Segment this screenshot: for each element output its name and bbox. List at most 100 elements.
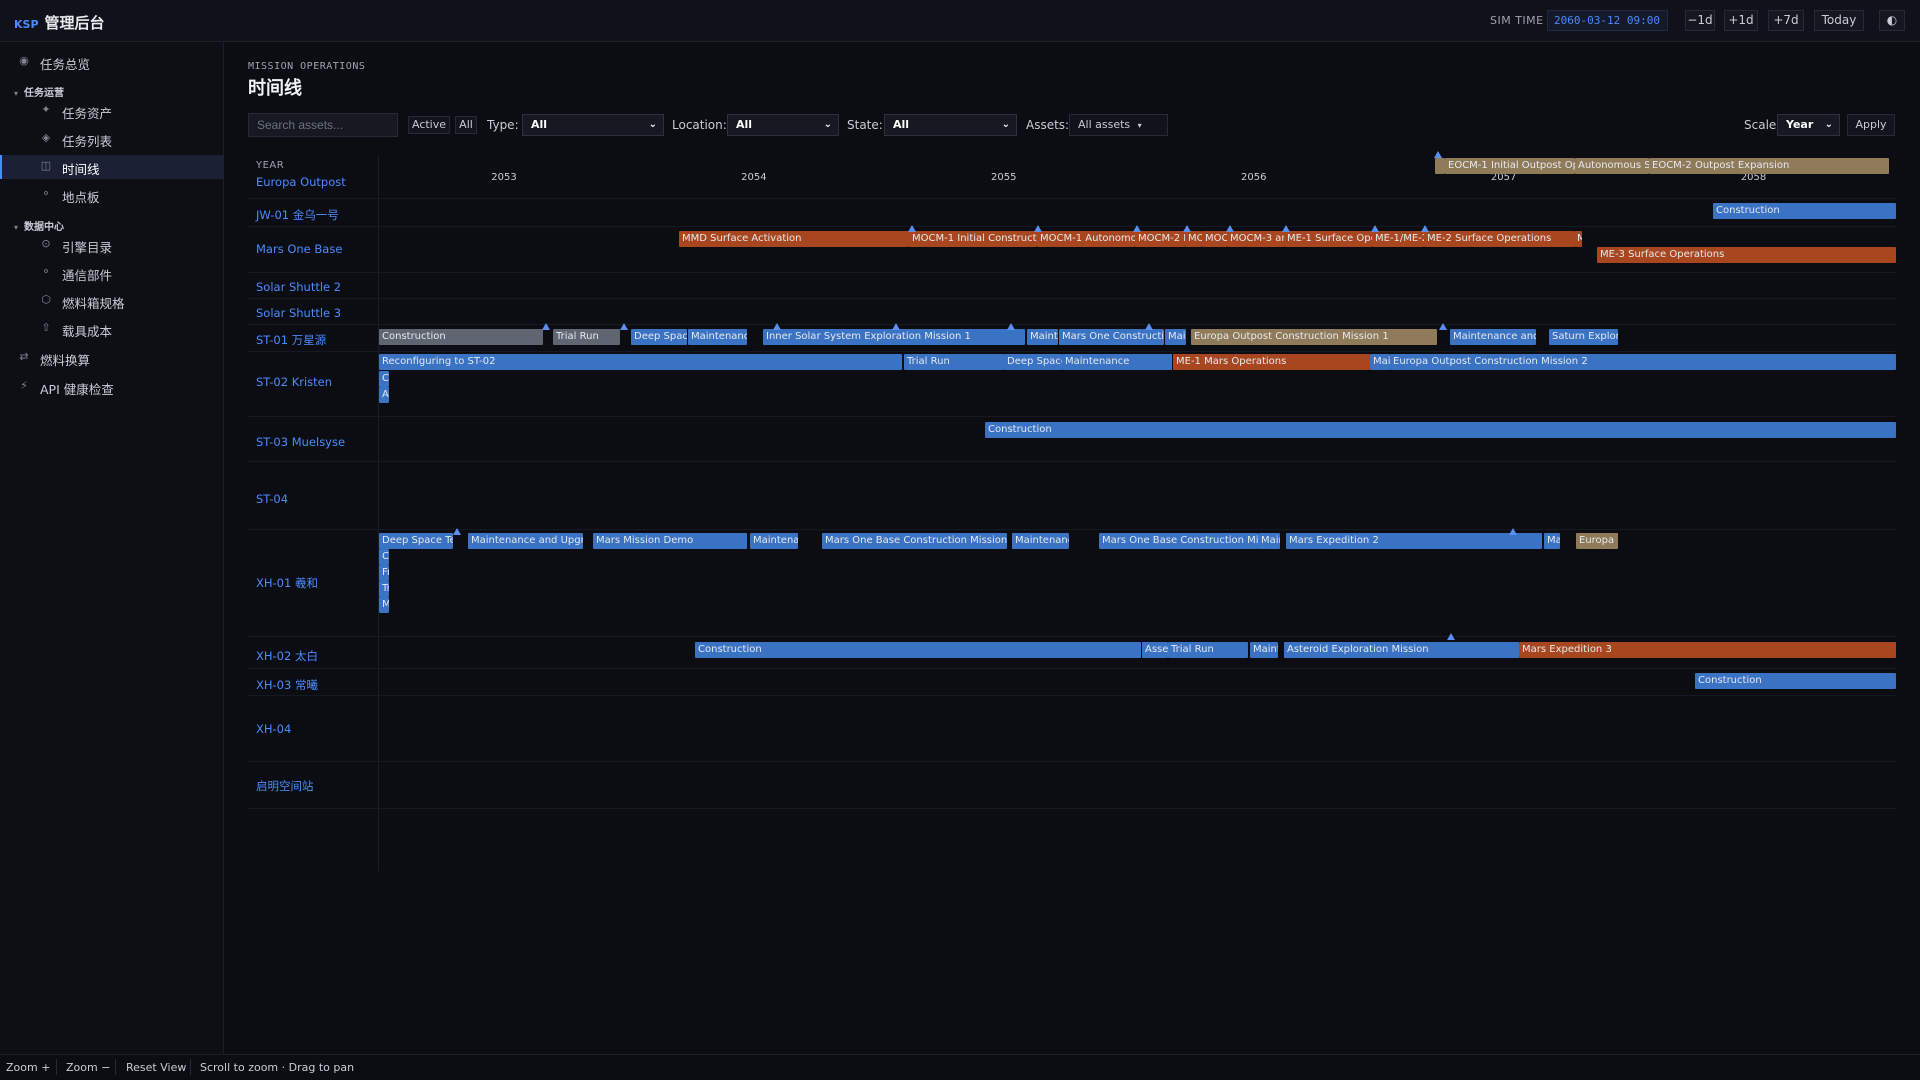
- milestone-marker-icon[interactable]: [1282, 225, 1290, 232]
- mission-bar[interactable]: Reconfiguring to ST-02: [379, 354, 902, 370]
- mission-bar[interactable]: MOCM-1 Autonomous Con: [1037, 231, 1135, 247]
- sidebar-item-vehicle-cost[interactable]: ⇧ 载具成本: [0, 317, 224, 341]
- mission-bar[interactable]: MOCN: [1202, 231, 1227, 247]
- mission-bar[interactable]: Deep Space Test Mis: [379, 533, 453, 549]
- mission-bar[interactable]: Europa Exp: [1576, 533, 1618, 549]
- mission-bar[interactable]: Co: [379, 371, 389, 387]
- sidebar-item-overview[interactable]: ◉ 任务总览: [0, 50, 224, 74]
- mission-bar[interactable]: ME-1/ME-2 Cr: [1372, 231, 1424, 247]
- asset-row-label[interactable]: ST-02 Kristen: [256, 375, 332, 389]
- milestone-marker-icon[interactable]: [1509, 528, 1517, 535]
- mission-bar[interactable]: Mars One Base Construction Mission 1: [822, 533, 1007, 549]
- mission-bar[interactable]: Mair: [1544, 533, 1560, 549]
- mission-bar[interactable]: MOCM-2 Bas: [1135, 231, 1185, 247]
- mission-bar[interactable]: Maintenance: [750, 533, 798, 549]
- minus-1d-button[interactable]: −1d: [1685, 10, 1715, 31]
- milestone-marker-icon[interactable]: [1421, 225, 1429, 232]
- sidebar-group-data[interactable]: ▾ 数据中心: [14, 218, 64, 233]
- mission-bar[interactable]: Saturn Exploration: [1549, 329, 1618, 345]
- location-select[interactable]: All ⌄: [727, 114, 839, 136]
- milestone-marker-icon[interactable]: [1226, 225, 1234, 232]
- milestone-marker-icon[interactable]: [1007, 323, 1015, 330]
- mission-bar[interactable]: ME-2 Surface Operations: [1424, 231, 1574, 247]
- mission-bar[interactable]: Mars Expedition 3: [1519, 642, 1896, 658]
- mission-bar[interactable]: MOCM-3 and M: [1227, 231, 1284, 247]
- mission-bar[interactable]: Inner Solar System Exploration Mission 1: [763, 329, 1025, 345]
- asset-row-label[interactable]: XH-01 羲和: [256, 575, 318, 591]
- milestone-marker-icon[interactable]: [1371, 225, 1379, 232]
- mission-bar[interactable]: ME-1 Surface Operation: [1284, 231, 1372, 247]
- filter-chip-all[interactable]: All: [455, 116, 477, 134]
- milestone-marker-icon[interactable]: [773, 323, 781, 330]
- asset-row-label[interactable]: JW-01 金乌一号: [256, 207, 339, 223]
- mission-bar[interactable]: ME-3 Surface Operations: [1597, 247, 1896, 263]
- sidebar-item-assets[interactable]: ✦ 任务资产: [0, 99, 224, 123]
- mission-bar[interactable]: Maintenance ar: [1012, 533, 1069, 549]
- mission-bar[interactable]: Construction: [985, 422, 1896, 438]
- mission-bar[interactable]: Mars One Construction Missi: [1059, 329, 1164, 345]
- mission-bar[interactable]: Mainte: [1250, 642, 1278, 658]
- asset-row-label[interactable]: ST-01 万星源: [256, 332, 326, 348]
- mission-bar[interactable]: Tr: [379, 581, 389, 597]
- mission-bar[interactable]: EOCM-2 Outpost Expansion: [1649, 158, 1889, 174]
- milestone-marker-icon[interactable]: [892, 323, 900, 330]
- mission-bar[interactable]: Construction: [1713, 203, 1896, 219]
- mission-bar[interactable]: Europa Outpost Construction Mission 2: [1390, 354, 1896, 370]
- milestone-marker-icon[interactable]: [1145, 323, 1153, 330]
- filter-chip-active[interactable]: Active: [408, 116, 450, 134]
- mission-bar[interactable]: Autonomous Standb: [1575, 158, 1649, 174]
- sidebar-item-engines[interactable]: ⊙ 引擎目录: [0, 233, 224, 257]
- plus-7d-button[interactable]: +7d: [1768, 10, 1804, 31]
- mission-bar[interactable]: Construction: [695, 642, 1141, 658]
- sim-time-value[interactable]: 2060-03-12 09:00: [1547, 10, 1668, 31]
- mission-bar[interactable]: Construction: [1695, 673, 1896, 689]
- mission-bar[interactable]: Mars One Base Construction Mission 3: [1099, 533, 1258, 549]
- zoom-out-button[interactable]: Zoom −: [66, 1061, 110, 1074]
- asset-row-label[interactable]: Europa Outpost: [256, 175, 346, 189]
- mission-bar[interactable]: Maintenance: [1062, 354, 1172, 370]
- asset-row-label[interactable]: XH-02 太白: [256, 648, 318, 664]
- sidebar-item-timeline[interactable]: ◫ 时间线: [0, 155, 224, 179]
- asset-row-label[interactable]: Solar Shuttle 3: [256, 306, 341, 320]
- asset-row-label[interactable]: 启明空间站: [256, 778, 314, 794]
- scale-select[interactable]: Year ⌄: [1777, 114, 1840, 136]
- milestone-marker-icon[interactable]: [1034, 225, 1042, 232]
- reset-view-button[interactable]: Reset View: [126, 1061, 186, 1074]
- mission-bar[interactable]: Europa Outpost Construction Mission 1: [1191, 329, 1437, 345]
- mission-bar[interactable]: Maintenance and Upgrades: [468, 533, 583, 549]
- mission-bar[interactable]: Co: [379, 549, 389, 565]
- mission-bar[interactable]: ME-1 Mars Operations: [1173, 354, 1370, 370]
- milestone-marker-icon[interactable]: [1439, 323, 1447, 330]
- mission-bar[interactable]: Construction: [379, 329, 543, 345]
- sidebar-item-missions[interactable]: ◈ 任务列表: [0, 127, 224, 151]
- mission-bar[interactable]: As: [379, 387, 389, 403]
- zoom-in-button[interactable]: Zoom +: [6, 1061, 50, 1074]
- milestone-marker-icon[interactable]: [1447, 633, 1455, 640]
- milestone-marker-icon[interactable]: [1133, 225, 1141, 232]
- mission-bar[interactable]: Trial Run: [1168, 642, 1248, 658]
- mission-bar[interactable]: Trial Run: [904, 354, 1004, 370]
- mission-bar[interactable]: M: [379, 597, 389, 613]
- milestone-marker-icon[interactable]: [1183, 225, 1191, 232]
- asset-row-label[interactable]: ST-03 Muelsyse: [256, 435, 345, 449]
- mission-bar[interactable]: MOCM-1 Initial Construction: [909, 231, 1037, 247]
- timeline-chart[interactable]: YEAR 2053 2054 2055 2056 2057 2058 Europa Out…: [248, 151, 1896, 871]
- asset-row-label[interactable]: ST-04: [256, 492, 288, 506]
- mission-bar[interactable]: Maintenance be: [688, 329, 747, 345]
- sidebar-group-ops[interactable]: ▾ 任务运营: [14, 84, 64, 99]
- milestone-marker-icon[interactable]: [453, 528, 461, 535]
- today-button[interactable]: Today: [1814, 10, 1864, 31]
- sidebar-item-fuel-calc[interactable]: ⇄ 燃料换算: [0, 346, 224, 370]
- type-select[interactable]: All ⌄: [522, 114, 664, 136]
- sidebar-item-locations[interactable]: ⚬ 地点板: [0, 183, 224, 207]
- asset-row-label[interactable]: XH-03 常曦: [256, 677, 318, 693]
- mission-bar[interactable]: EOCM-1 Initial Outpost Operations: [1445, 158, 1575, 174]
- asset-row-label[interactable]: XH-04: [256, 722, 291, 736]
- brand[interactable]: KSP 管理后台: [14, 12, 105, 33]
- mission-bar[interactable]: Trial Run: [553, 329, 620, 345]
- mission-bar[interactable]: MO: [1185, 231, 1202, 247]
- mission-bar[interactable]: MMD Surface Activation: [679, 231, 909, 247]
- mission-bar[interactable]: Deep Space Test: [1004, 354, 1062, 370]
- sidebar-item-comms[interactable]: ⚬ 通信部件: [0, 261, 224, 285]
- milestone-marker-icon[interactable]: [1434, 151, 1442, 158]
